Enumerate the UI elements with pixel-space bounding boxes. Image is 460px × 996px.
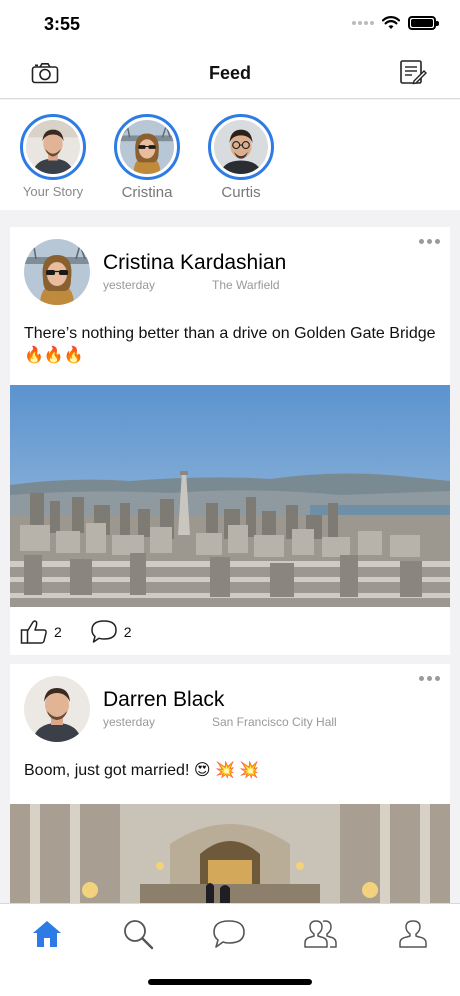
man-avatar [26,120,80,174]
profile-icon [399,920,427,948]
woman-sunglasses-avatar [24,239,90,305]
author-avatar[interactable] [24,676,90,742]
friends-icon [304,920,337,948]
status-icons [352,16,439,30]
man-avatar [24,676,90,742]
like-count: 2 [54,624,62,640]
home-indicator[interactable] [148,979,312,985]
tab-home[interactable] [27,916,67,952]
status-time: 3:55 [44,14,81,34]
page-title: Feed [208,63,251,83]
post-time: yesterday [103,278,156,292]
post-location[interactable]: San Francisco City Hall [212,715,337,729]
story-curtis[interactable]: Curtis [201,114,281,201]
woman-sunglasses-avatar [120,120,174,174]
post-actions: 2 2 [20,619,160,645]
story-cristina[interactable]: Cristina [107,114,187,201]
story-ring [114,114,180,180]
navigation-bar: Feed [0,48,460,99]
compose-button[interactable] [398,60,428,86]
feed-post: Cristina Kardashian yesterday The Warfie… [10,227,450,655]
story-ring [208,114,274,180]
story-ring [20,114,86,180]
author-avatar[interactable] [24,239,90,305]
story-label: Your Story [22,184,84,199]
signal-icon [352,21,374,25]
post-time: yesterday [103,715,156,729]
search-icon [124,920,154,950]
tab-friends[interactable] [300,916,340,952]
man-glasses-avatar [214,120,268,174]
home-icon [33,921,61,947]
tab-messages[interactable] [209,916,249,952]
post-image[interactable] [10,385,450,607]
post-image[interactable] [10,804,450,904]
post-location[interactable]: The Warfield [212,278,280,292]
story-label: Cristina [121,184,173,201]
tab-search[interactable] [118,916,158,952]
more-options-icon[interactable] [419,676,440,681]
compose-icon [400,60,427,85]
wifi-icon [382,16,400,29]
like-button[interactable]: 2 [20,619,62,645]
chat-icon [213,920,245,948]
story-label: Curtis [221,184,261,201]
tab-profile[interactable] [393,916,433,952]
san-francisco-skyline-photo [10,385,450,607]
city-hall-interior-photo [10,804,450,904]
author-name[interactable]: Darren Black [103,688,224,712]
status-bar: 3:55 [0,0,460,48]
comment-icon [91,620,117,643]
post-text: There’s nothing better than a drive on G… [24,325,436,364]
author-name[interactable]: Cristina Kardashian [103,251,286,275]
battery-icon [408,16,439,30]
feed-post: Darren Black yesterday San Francisco Cit… [10,664,450,904]
story-your-story[interactable]: Your Story [13,114,93,199]
comment-button[interactable]: 2 [90,619,132,645]
comment-count: 2 [123,624,132,640]
stories-row: Your Story Cristina Curtis [0,100,460,210]
post-text: Boom, just got married! 😍 💥 💥 [24,762,260,779]
more-options-icon[interactable] [419,239,440,244]
thumbs-up-icon [20,620,47,644]
